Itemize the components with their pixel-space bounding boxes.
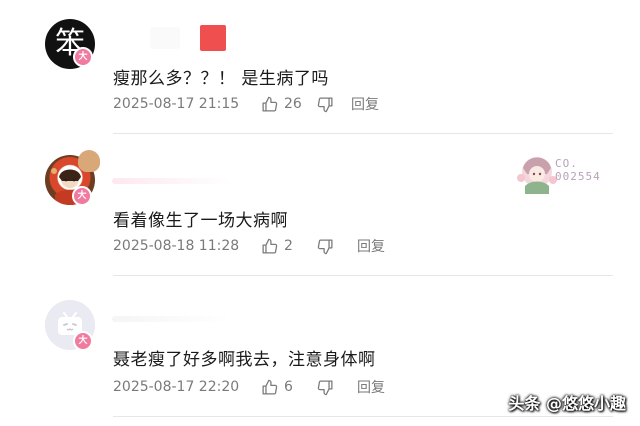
like-count: 26 (284, 96, 302, 112)
username-blurred[interactable] (112, 316, 232, 322)
avatar-frame (78, 150, 100, 172)
level-badge: 大 (72, 186, 92, 206)
divider (113, 133, 613, 134)
thumbs-down-icon (317, 96, 334, 113)
username-blurred[interactable] (150, 27, 180, 49)
like-count: 2 (284, 238, 293, 254)
divider (113, 416, 613, 417)
fan-badge-line1: CO. (555, 157, 578, 170)
like-count: 6 (284, 379, 293, 395)
comment-meta: 2025-08-17 21:15 26 回复 (113, 94, 379, 114)
comment-text: 瘦那么多？？！ 是生病了吗 (113, 69, 329, 89)
timestamp: 2025-08-17 21:15 (113, 96, 240, 112)
comment-text: 聂老瘦了好多啊我去，注意身体啊 (113, 350, 376, 370)
fan-badge-line2: 002554 (555, 170, 601, 183)
timestamp: 2025-08-18 11:28 (113, 238, 240, 254)
dislike-button[interactable] (317, 96, 351, 113)
thumbs-down-icon (317, 379, 334, 396)
comment-meta: 2025-08-18 11:28 2 回复 (113, 236, 385, 256)
fan-badge-code: CO. 002554 (555, 157, 601, 183)
watermark: 头条 @悠悠小趣 (508, 394, 626, 413)
comment-meta: 2025-08-17 22:20 6 回复 (113, 377, 385, 397)
thumbs-up-icon (261, 96, 278, 113)
level-badge: 大 (73, 47, 93, 67)
username-blurred[interactable] (112, 178, 232, 184)
username-blurred-red (200, 25, 226, 51)
like-button[interactable]: 26 (261, 96, 317, 113)
thumbs-up-icon (261, 238, 278, 255)
timestamp: 2025-08-17 22:20 (113, 379, 240, 395)
reply-button[interactable]: 回复 (351, 94, 379, 114)
divider (113, 275, 613, 276)
level-badge: 大 (73, 331, 93, 351)
dislike-button[interactable] (317, 379, 357, 396)
like-button[interactable]: 2 (261, 238, 317, 255)
like-button[interactable]: 6 (261, 379, 317, 396)
thumbs-up-icon (261, 379, 278, 396)
reply-button[interactable]: 回复 (357, 377, 385, 397)
dislike-button[interactable] (317, 238, 357, 255)
thumbs-down-icon (317, 238, 334, 255)
comment-text: 看着像生了一场大病啊 (113, 211, 288, 231)
reply-button[interactable]: 回复 (357, 236, 385, 256)
